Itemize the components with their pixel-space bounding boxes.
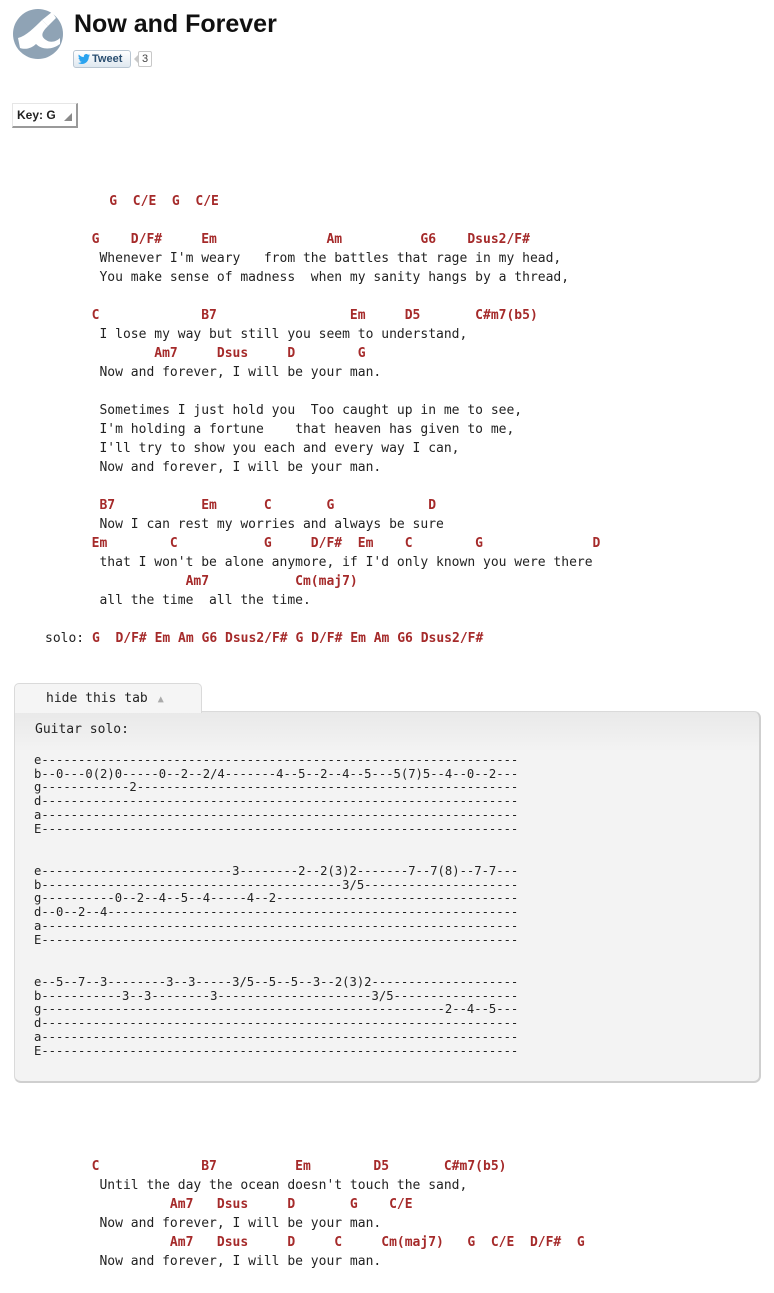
lyric-line: Now and forever, I will be your man. (76, 365, 382, 380)
tab-block: e--5--7--3--------3--3-----3/5--5--5--3-… (34, 975, 519, 1058)
chord-line: Am7 Cm(maj7) (76, 574, 358, 589)
lyric-line: all the time all the time. (76, 593, 311, 608)
chord-line: B7 Em C G D (76, 498, 437, 513)
lyric-line: I'll try to show you each and every way … (76, 441, 460, 456)
key-label: Key: (17, 108, 44, 122)
lyric-line: Sometimes I just hold you Too caught up … (76, 403, 523, 418)
song-outro: C B7 Em D5 C#m7(b5) Until the day the oc… (76, 1157, 585, 1271)
key-value: G (46, 108, 56, 122)
lyric-line: Now and forever, I will be your man. (76, 460, 382, 475)
chord-line: G D/F# Em Am G6 Dsus2/F# (76, 232, 530, 247)
chord-line: C B7 Em D5 C#m7(b5) (76, 308, 538, 323)
dropdown-corner-icon (64, 113, 72, 121)
site-logo-icon[interactable] (12, 8, 64, 60)
intro-chords: G C/E G C/E (78, 194, 219, 209)
key-select[interactable]: Key: G (12, 103, 78, 128)
chord-line: Am7 Dsus D G C/E (76, 1197, 413, 1212)
lyric-line: You make sense of madness when my sanity… (76, 270, 570, 285)
chord-line: C B7 Em D5 C#m7(b5) (76, 1159, 507, 1174)
tweet-button[interactable]: Tweet (73, 50, 131, 68)
tab-block: e--------------------------3--------2--2… (34, 864, 519, 947)
page-header: Now and Forever Tweet 3 (12, 6, 762, 78)
chord-line: Am7 Dsus D C Cm(maj7) G C/E D/F# G (76, 1235, 585, 1250)
solo-chords: G D/F# Em Am G6 Dsus2/F# G D/F# Em Am G6… (91, 631, 484, 646)
solo-label: solo: (45, 631, 85, 646)
lyric-line: Whenever I'm weary from the battles that… (76, 251, 562, 266)
tab-block: e---------------------------------------… (34, 753, 519, 836)
lyric-line: Now I can rest my worries and always be … (76, 517, 444, 532)
hide-tab-label: hide this tab (46, 691, 148, 706)
song-body: G D/F# Em Am G6 Dsus2/F# Whenever I'm we… (76, 230, 601, 610)
lyric-line: that I won't be alone anymore, if I'd on… (76, 555, 593, 570)
twitter-bird-icon (78, 54, 90, 64)
lyric-line: I lose my way but still you seem to unde… (76, 327, 468, 342)
chord-line: Am7 Dsus D G (76, 346, 366, 361)
hide-tab-toggle[interactable]: hide this tab ▲ (14, 683, 202, 713)
lyric-line: I'm holding a fortune that heaven has gi… (76, 422, 515, 437)
tweet-label: Tweet (92, 53, 123, 65)
lyric-line: Until the day the ocean doesn't touch th… (76, 1178, 468, 1193)
lyric-line: Now and forever, I will be your man. (76, 1216, 382, 1231)
solo-line: solo: G D/F# Em Am G6 Dsus2/F# G D/F# Em… (45, 629, 483, 648)
chord-line: Em C G D/F# Em C G D (76, 536, 601, 551)
collapse-triangle-icon: ▲ (157, 694, 164, 705)
intro-chords-block: G C/E G C/E (78, 192, 219, 211)
lyric-line: Now and forever, I will be your man. (76, 1254, 382, 1269)
tweet-count: 3 (134, 51, 152, 67)
tab-title: Guitar solo: (35, 722, 129, 737)
page-title: Now and Forever (74, 10, 277, 38)
